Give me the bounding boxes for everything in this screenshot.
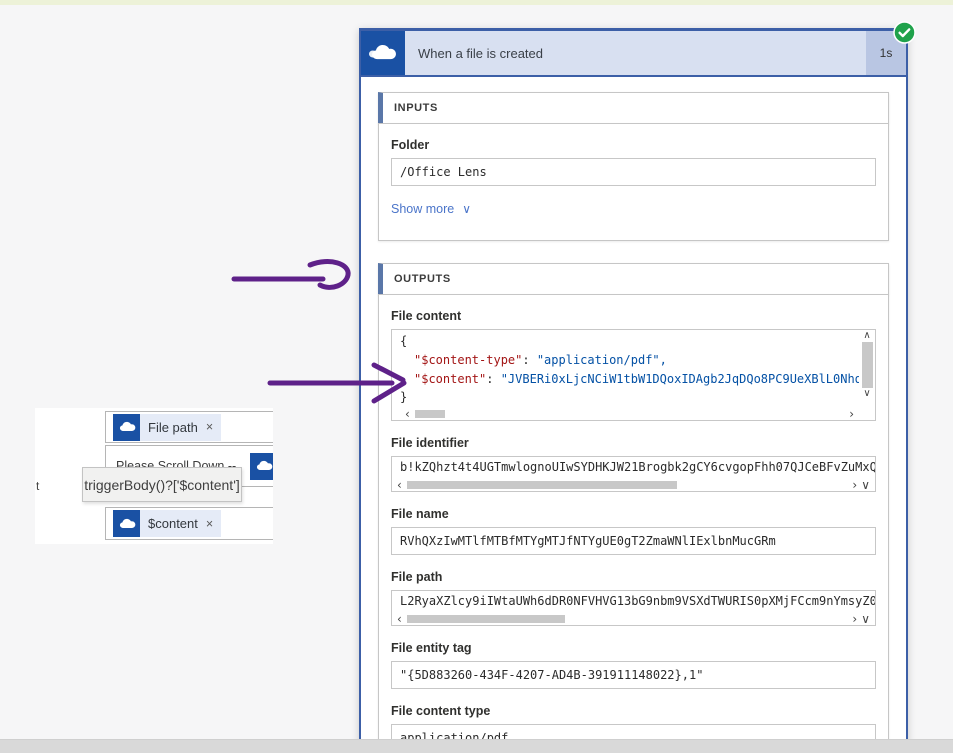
show-more-label: Show more	[391, 202, 454, 216]
inputs-section-label: INPUTS	[394, 102, 438, 114]
json-content-type-value: "application/pdf",	[537, 353, 667, 367]
file-entity-tag-label: File entity tag	[391, 641, 876, 655]
json-colon: :	[522, 353, 536, 367]
flow-run-screenshot: When a file is created 1s INPUTS Folder …	[0, 0, 953, 753]
page-scrollbar-track[interactable]	[0, 739, 953, 753]
scroll-down-icon[interactable]: ∨	[861, 389, 872, 399]
dynamic-content-field-row[interactable]: File path ×	[105, 411, 273, 443]
scroll-left-icon[interactable]: ‹	[395, 614, 404, 624]
scroll-right-icon[interactable]: ›	[847, 409, 856, 419]
horizontal-scrollbar[interactable]: ‹ › ∨	[392, 612, 875, 625]
file-content-output-box[interactable]: { "$content-type": "application/pdf", "$…	[391, 329, 876, 421]
file-content-type-label: File content type	[391, 704, 876, 718]
expression-tooltip: triggerBody()?['$content']	[82, 467, 242, 502]
file-identifier-value: b!kZQhzt4t4UGTmwlognoUIwSYDHKJW21Brogbk2…	[392, 457, 875, 478]
token-label: $content	[140, 516, 203, 531]
top-accent-strip	[0, 0, 953, 5]
json-colon: :	[486, 372, 500, 386]
success-check-icon	[893, 21, 916, 44]
file-name-output-box[interactable]: RVhQXzIwMTlfMTBfMTYgMTJfNTYgUE0gT2ZmaWNl…	[391, 527, 876, 555]
scroll-left-icon[interactable]: ‹	[403, 409, 412, 419]
scroll-up-icon[interactable]: ∧	[861, 331, 872, 341]
trigger-card-header[interactable]: When a file is created 1s	[361, 31, 906, 77]
outputs-section-body: File content { "$content-type": "applica…	[378, 294, 889, 753]
json-content-key: "$content"	[414, 372, 486, 386]
file-path-output-box[interactable]: L2RyaXZlcy9iIWtaUWh6dDR0NFVHVG13bG9nbm9V…	[391, 590, 876, 626]
file-path-value: L2RyaXZlcy9iIWtaUWh6dDR0NFVHVG13bG9nbm9V…	[392, 591, 875, 612]
chevron-down-icon: ∨	[460, 204, 473, 214]
onedrive-icon	[113, 414, 140, 441]
vertical-scrollbar[interactable]: ∧ ∨	[859, 330, 875, 420]
token-label: File path	[140, 420, 203, 435]
file-token-chip[interactable]: File	[250, 453, 273, 480]
file-path-token-chip[interactable]: File path ×	[113, 414, 221, 441]
content-token-chip[interactable]: $content ×	[113, 510, 221, 537]
folder-input[interactable]: /Office Lens	[391, 158, 876, 186]
scroll-right-icon[interactable]: ›	[850, 480, 859, 490]
scrollbar-thumb[interactable]	[862, 342, 873, 388]
outputs-section-label: OUTPUTS	[394, 273, 451, 285]
outputs-section-header[interactable]: OUTPUTS	[378, 263, 889, 295]
json-content-type-key: "$content-type"	[414, 353, 522, 367]
annotation-arrow-outputs	[226, 252, 360, 304]
folder-label: Folder	[391, 138, 876, 152]
json-content-value: "JVBERi0xLjcNCiW1tbW1DQoxIDAgb2JqDQo8PC9…	[501, 372, 859, 386]
scroll-left-icon[interactable]: ‹	[395, 480, 404, 490]
scrollbar-thumb[interactable]	[415, 410, 445, 418]
json-open-brace: {	[400, 334, 407, 348]
file-identifier-output-box[interactable]: b!kZQhzt4t4UGTmwlognoUIwSYDHKJW21Brogbk2…	[391, 456, 876, 492]
trigger-card-body: INPUTS Folder /Office Lens Show more ∨ O…	[361, 92, 906, 753]
onedrive-icon	[113, 510, 140, 537]
file-content-label: File content	[391, 309, 876, 323]
horizontal-scrollbar[interactable]: ‹ ›	[400, 407, 859, 420]
trigger-card: When a file is created 1s INPUTS Folder …	[359, 28, 908, 753]
onedrive-icon	[250, 453, 273, 480]
show-more-link[interactable]: Show more ∨	[391, 202, 473, 216]
scrollbar-thumb[interactable]	[407, 481, 677, 489]
dynamic-content-field-row[interactable]: $content ×	[105, 507, 273, 540]
expand-down-icon[interactable]: ∨	[859, 480, 872, 490]
stray-text: t	[36, 479, 39, 493]
scrollbar-thumb[interactable]	[407, 615, 565, 623]
remove-token-icon[interactable]: ×	[203, 517, 221, 531]
file-entity-tag-output-box[interactable]: "{5D883260-434F-4207-AD4B-391911148022},…	[391, 661, 876, 689]
file-name-label: File name	[391, 507, 876, 521]
onedrive-icon	[361, 31, 405, 75]
screenshot-overlay-panel: File path × Please Scroll Down -- File t…	[35, 408, 273, 544]
trigger-title: When a file is created	[405, 31, 866, 75]
json-code-pane: { "$content-type": "application/pdf", "$…	[392, 330, 859, 420]
inputs-section-header[interactable]: INPUTS	[378, 92, 889, 124]
file-path-label: File path	[391, 570, 876, 584]
scroll-right-icon[interactable]: ›	[850, 614, 859, 624]
horizontal-scrollbar[interactable]: ‹ › ∨	[392, 478, 875, 491]
inputs-section-body: Folder /Office Lens Show more ∨	[378, 123, 889, 241]
expand-down-icon[interactable]: ∨	[859, 614, 872, 624]
file-identifier-label: File identifier	[391, 436, 876, 450]
json-close-brace: }	[400, 390, 407, 404]
remove-token-icon[interactable]: ×	[203, 420, 221, 434]
